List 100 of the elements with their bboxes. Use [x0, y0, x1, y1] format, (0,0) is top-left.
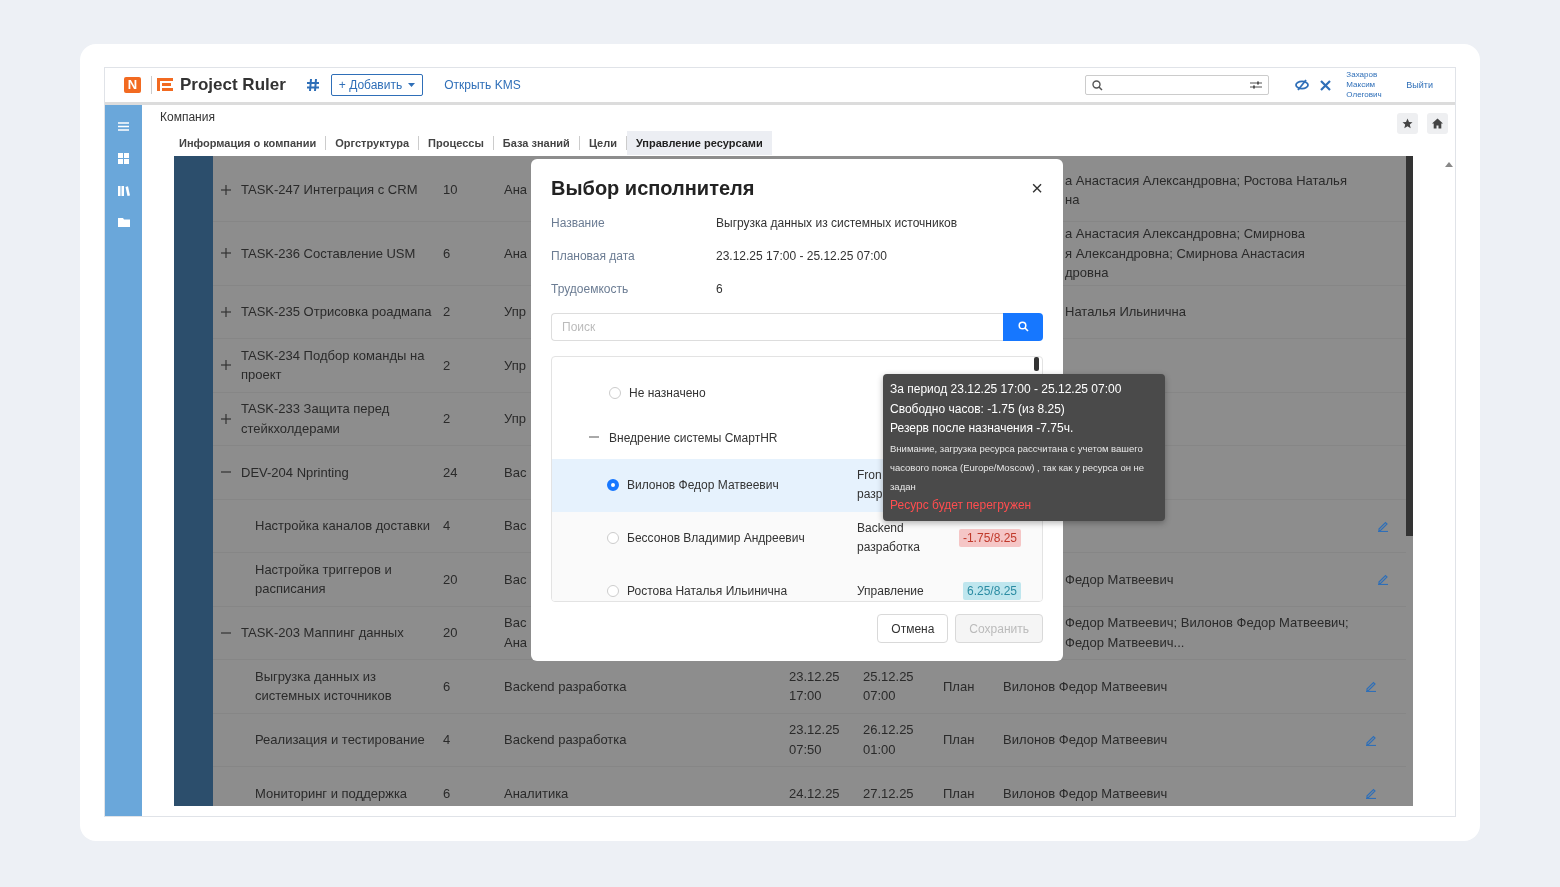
resource-row[interactable]: Бессонов Владимир Андреевич Backend разработка -1.75/8.25 — [552, 511, 1042, 565]
table-cell-text: Наталья Ильинична — [1065, 303, 1186, 321]
tab[interactable]: База знаний — [493, 131, 579, 155]
close-button[interactable]: × — [1031, 177, 1043, 200]
breadcrumb[interactable]: Компания — [160, 110, 1397, 124]
tooltip-line: Резерв после назначения -7.75ч. — [890, 420, 1075, 437]
table-cell-text: Вилонов Федор Матвеевич — [1003, 677, 1168, 696]
table-cell-text: 24 — [443, 463, 458, 482]
radio-button[interactable] — [607, 479, 619, 491]
logout-link[interactable]: Выйти — [1406, 80, 1433, 90]
caret-icon — [408, 83, 416, 87]
radio-button[interactable] — [607, 532, 619, 544]
table-cell-text: Backend разработка — [504, 677, 627, 696]
edit-icon[interactable] — [1364, 733, 1377, 746]
app-name: Project Ruler — [180, 75, 286, 95]
grid-icon[interactable] — [118, 153, 129, 164]
table-cell-text: 2 — [443, 410, 451, 428]
task-name: TASK-236 Составление USM — [241, 244, 417, 263]
dialog-title: Выбор исполнителя — [551, 177, 755, 200]
eye-slash-icon[interactable] — [1295, 79, 1310, 91]
table-cell-text: Вилонов Федор Матвеевич — [1003, 731, 1168, 749]
group-label: Внедрение системы СмартHR — [609, 430, 778, 445]
edit-icon[interactable] — [1376, 519, 1389, 532]
hash-icon[interactable] — [305, 78, 320, 92]
table-cell-text: Bac — [504, 570, 527, 589]
table-cell-text: Упр — [504, 356, 526, 375]
search-icon — [1092, 79, 1104, 91]
radio-button[interactable] — [607, 585, 619, 597]
kms-link[interactable]: Открыть KMS — [444, 78, 521, 92]
filter-icon[interactable] — [1250, 80, 1263, 90]
table-cell-text: а Анастасия Александровна; Ростова Наталья на — [1065, 171, 1347, 209]
dialog-button[interactable]: Отмена — [877, 614, 949, 643]
table-cell-text: 26.12.25 01:00 — [863, 721, 914, 759]
table-cell-text: 2 — [443, 303, 451, 321]
task-name: Реализация и тестирование — [254, 731, 425, 749]
edit-icon[interactable] — [1364, 787, 1377, 800]
table-cell-text: 20 — [443, 570, 458, 589]
tab[interactable]: Процессы — [419, 131, 493, 155]
search-field[interactable]: Поиск — [551, 312, 1003, 341]
star-button[interactable] — [1397, 113, 1418, 134]
load-badge: 6.25/8.25 — [962, 582, 1021, 600]
load-badge: -1.75/8.25 — [958, 529, 1021, 547]
table-cell-text: 10 — [443, 181, 458, 200]
resource-row[interactable]: Ростова Наталья Ильинична Управление 6.25/8.25 — [552, 564, 1042, 601]
table-cell-text: Федор Матвеевич — [1065, 570, 1174, 589]
tooltip-line: За период 23.12.25 17:00 - 25.12.25 07:00 — [890, 381, 1123, 398]
table-cell-text: Вилонов Федор Матвеевич — [1003, 784, 1168, 803]
table-cell-text: 6 — [443, 677, 451, 696]
table-cell-text: План — [943, 677, 975, 696]
tab[interactable]: Оргструктура — [326, 131, 419, 155]
scrollbar-thumb[interactable] — [1034, 356, 1039, 371]
table-cell-text: 27.12.25 — [863, 784, 914, 803]
table-cell-text: 23.12.25 07:50 — [789, 721, 840, 759]
tab[interactable]: Управление ресурсами — [626, 131, 772, 155]
table-cell-text: Аналитика — [504, 784, 569, 803]
table-cell-text: 2 — [443, 356, 451, 375]
table-cell-text: Bac — [504, 463, 527, 482]
department: Fron разр — [857, 467, 883, 503]
scroll-up-icon[interactable] — [1445, 162, 1453, 167]
table-cell-text: Ана — [504, 244, 528, 263]
task-name: TASK-247 Интеграция с CRM — [241, 181, 419, 200]
field-value: Выгрузка данных из системных источников — [716, 216, 958, 231]
search-field[interactable] — [1085, 75, 1270, 95]
star-icon — [1402, 118, 1413, 129]
table-cell-text: 24.12.25 — [789, 784, 840, 803]
tab[interactable]: Информация о компании — [170, 131, 326, 155]
task-name: Настройка триггеров и расписания — [254, 560, 393, 599]
field-label: Название — [551, 216, 606, 231]
resource-name: Ростова Наталья Ильинична — [627, 584, 789, 598]
table-cell-text: 6 — [443, 784, 451, 803]
table-cell-text: Ана — [504, 181, 528, 200]
user-name[interactable]: Захаров Максим Олегович — [1346, 70, 1397, 100]
edit-icon[interactable] — [1376, 573, 1389, 586]
home-button[interactable] — [1427, 113, 1448, 134]
resource-name: Бессонов Владимир Андреевич — [627, 531, 806, 545]
menu-icon[interactable] — [118, 122, 129, 131]
logo-mark: N — [124, 77, 141, 93]
table-cell-text: Федор Матвеевич; Вилонов Федор Матвеевич; Федор Матвеевич... — [1065, 614, 1349, 652]
tab[interactable]: Цели — [579, 131, 626, 155]
expand-icon[interactable] — [221, 360, 231, 371]
table-cell-text: 6 — [443, 244, 451, 263]
field-label: Трудоемкость — [551, 282, 630, 297]
table-cell-text: 23.12.25 17:00 — [789, 667, 840, 706]
table-cell-text: а Анастасия Александровна; Смирнова я Александровна; Смирнова Анастасия дровна — [1065, 225, 1305, 282]
edit-icon[interactable] — [1364, 680, 1377, 693]
expand-icon[interactable] — [221, 413, 231, 424]
search-button[interactable] — [1003, 312, 1043, 341]
resource-name: Вилонов Федор Матвеевич — [627, 478, 780, 492]
radio-button[interactable] — [609, 386, 621, 399]
add-button[interactable]: + Добавить — [330, 74, 424, 96]
expand-icon[interactable] — [221, 248, 231, 259]
folder-icon[interactable] — [117, 218, 130, 227]
scrollbar-thumb[interactable] — [1406, 156, 1413, 536]
task-name: DEV-204 Nprinting — [241, 463, 350, 482]
table-cell-text: Упр — [504, 410, 526, 428]
expand-icon[interactable] — [221, 185, 231, 195]
expand-icon[interactable] — [221, 306, 231, 317]
books-icon[interactable] — [117, 186, 130, 196]
department: Управление — [857, 582, 924, 600]
department: Backend разработка — [857, 520, 921, 556]
